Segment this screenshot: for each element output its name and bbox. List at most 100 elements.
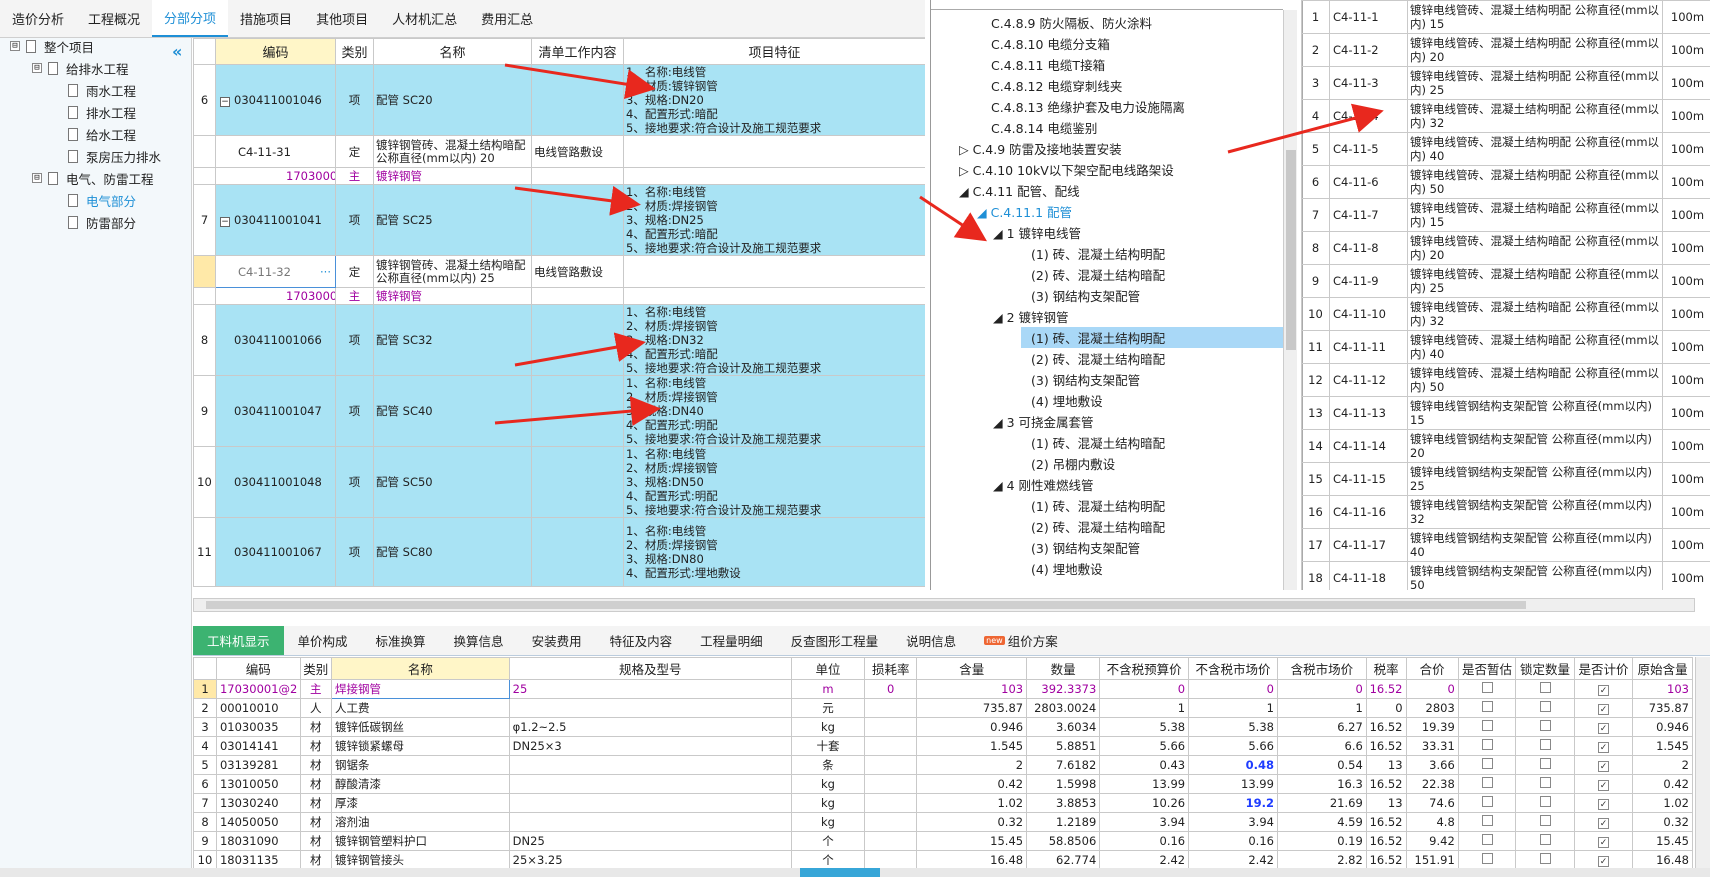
resource-cell[interactable]: kg bbox=[790, 812, 866, 832]
resource-cell[interactable]: 33.31 bbox=[1405, 736, 1459, 756]
resource-cell[interactable] bbox=[1515, 736, 1575, 756]
resource-cell[interactable]: 材 bbox=[299, 812, 332, 832]
resource-cell[interactable]: 焊接钢管 bbox=[330, 679, 510, 699]
cell-work[interactable] bbox=[531, 446, 624, 518]
checkbox[interactable] bbox=[1539, 758, 1551, 769]
cell-code[interactable]: 17030001@1 bbox=[215, 167, 336, 185]
checkbox[interactable] bbox=[1539, 720, 1551, 731]
resource-cell[interactable] bbox=[508, 812, 792, 832]
resource-cell[interactable]: 钢锯条 bbox=[330, 755, 510, 775]
quota-code[interactable]: C4-11-8 bbox=[1329, 231, 1408, 265]
quota-tree-item[interactable]: ◢ 3 可挠金属套管 bbox=[993, 411, 1094, 432]
collapse-icon[interactable]: − bbox=[220, 217, 230, 227]
resource-cell[interactable]: 0 bbox=[1276, 679, 1367, 699]
cell-features[interactable]: 1、名称:电线管 2、材质:焊接钢管 3、规格:DN32 4、配置形式:暗配 5… bbox=[623, 304, 925, 376]
expand-toggle-icon[interactable]: ⊟ bbox=[32, 63, 42, 73]
resource-cell[interactable]: 01030035 bbox=[215, 717, 301, 737]
col-code[interactable]: 编码 bbox=[215, 38, 336, 65]
resource-cell[interactable]: 0.946 bbox=[1632, 717, 1693, 737]
resource-cell[interactable] bbox=[1457, 679, 1517, 699]
quota-tree-item[interactable]: (3) 钢结构支架配管 bbox=[1031, 369, 1140, 390]
quota-code[interactable]: C4-11-13 bbox=[1329, 396, 1408, 430]
resource-cell[interactable] bbox=[864, 755, 918, 775]
resource-cell[interactable]: 2 bbox=[193, 698, 217, 718]
quota-code[interactable]: C4-11-17 bbox=[1329, 528, 1408, 562]
cell-code[interactable]: −030411001041 bbox=[215, 184, 336, 256]
resource-col-17[interactable]: 原始含量 bbox=[1632, 657, 1693, 680]
col-name[interactable]: 名称 bbox=[373, 38, 532, 65]
cell-features[interactable]: 1、名称:电线管 2、材质:镀锌钢管 3、规格:DN20 4、配置形式:暗配 5… bbox=[623, 64, 925, 136]
bottom-tab-2[interactable]: 标准换算 bbox=[362, 626, 440, 655]
table-row[interactable]: C4-11-31 定镀锌钢管砖、混凝土结构暗配 公称直径(mm以内) 20 电线管路… bbox=[193, 135, 925, 168]
checkbox[interactable]: ✓ bbox=[1598, 761, 1610, 772]
resource-cell[interactable]: 个 bbox=[790, 831, 866, 851]
resource-cell[interactable]: 4 bbox=[193, 736, 217, 756]
top-tab-2[interactable]: 分部分项 bbox=[152, 0, 229, 37]
quota-desc[interactable]: 镀锌电线管钢结构支架配管 公称直径(mm以内) 50 bbox=[1407, 561, 1663, 590]
resource-cell[interactable] bbox=[1515, 793, 1575, 813]
table-row[interactable]: 9 030411001047 项配管 SC40 1、名称:电线管 2、材质:焊接钢管 … bbox=[193, 375, 925, 447]
bottom-tab-9[interactable]: new 组价方案 bbox=[970, 626, 1072, 655]
resource-col-14[interactable]: 是否暂估 bbox=[1457, 657, 1517, 680]
quota-row[interactable]: 17 C4-11-17 镀锌电线管钢结构支架配管 公称直径(mm以内) 40 100m bbox=[1301, 528, 1710, 562]
resource-cell[interactable]: 2 bbox=[916, 755, 1028, 775]
quota-row[interactable]: 5 C4-11-5 镀锌电线管砖、混凝土结构明配 公称直径(mm以内) 40 100m bbox=[1301, 132, 1710, 166]
cell-name[interactable]: 镀锌钢管 bbox=[373, 167, 532, 185]
resource-cell[interactable]: 2.42 bbox=[1099, 850, 1190, 870]
quota-desc[interactable]: 镀锌电线管砖、混凝土结构明配 公称直径(mm以内) 50 bbox=[1407, 165, 1663, 199]
resource-col-13[interactable]: 合价 bbox=[1405, 657, 1459, 680]
resource-cell[interactable]: ✓ bbox=[1573, 812, 1634, 832]
cell-code[interactable]: 17030001@2 bbox=[215, 287, 336, 305]
resource-cell[interactable]: 厚漆 bbox=[330, 793, 510, 813]
resource-cell[interactable]: ✓ bbox=[1573, 850, 1634, 870]
cell-code[interactable]: C4-11-32 ··· bbox=[215, 255, 336, 288]
resource-cell[interactable]: 条 bbox=[790, 755, 866, 775]
resource-cell[interactable]: 0 bbox=[1188, 679, 1278, 699]
tree-item[interactable]: ⊟ 整个项目 bbox=[10, 35, 94, 57]
quota-row[interactable]: 18 C4-11-18 镀锌电线管钢结构支架配管 公称直径(mm以内) 50 100m bbox=[1301, 561, 1710, 590]
cell-code[interactable]: 030411001047 bbox=[215, 375, 336, 447]
resource-cell[interactable]: ✓ bbox=[1573, 679, 1634, 699]
table-row[interactable]: 17030001@2主镀锌钢管 bbox=[193, 287, 925, 305]
resource-cell[interactable]: 18031135 bbox=[215, 850, 301, 870]
resource-cell[interactable]: 2 bbox=[1632, 755, 1693, 775]
quota-row[interactable]: 12 C4-11-12 镀锌电线管砖、混凝土结构暗配 公称直径(mm以内) 50 10… bbox=[1301, 363, 1710, 397]
resource-cell[interactable] bbox=[864, 793, 918, 813]
resource-col-1[interactable]: 编码 bbox=[215, 657, 301, 680]
checkbox[interactable] bbox=[1539, 777, 1551, 788]
quota-code[interactable]: C4-11-16 bbox=[1329, 495, 1408, 529]
cell-category[interactable]: 项 bbox=[335, 446, 374, 518]
resource-cell[interactable]: 7 bbox=[193, 793, 217, 813]
resource-cell[interactable]: 镀锌钢管接头 bbox=[330, 850, 510, 870]
cell-work[interactable]: 电线管路敷设 bbox=[531, 135, 624, 168]
resource-cell[interactable] bbox=[1457, 736, 1517, 756]
tree-item[interactable]: ⊟ 给排水工程 bbox=[32, 57, 129, 79]
resource-cell[interactable]: 5.66 bbox=[1099, 736, 1190, 756]
resource-row[interactable]: 9 18031090 材镀锌钢管塑料护口 DN25 个 15.45 58.8506 0.16 0… bbox=[193, 831, 1693, 851]
checkbox[interactable] bbox=[1481, 758, 1493, 769]
resource-cell[interactable]: 6.6 bbox=[1276, 736, 1367, 756]
bottom-tab-6[interactable]: 工程量明细 bbox=[686, 626, 777, 655]
resource-cell[interactable]: 3.8853 bbox=[1026, 793, 1101, 813]
resource-col-9[interactable]: 不含税预算价 bbox=[1099, 657, 1190, 680]
resource-cell[interactable]: 16.52 bbox=[1365, 736, 1407, 756]
top-tab-4[interactable]: 其他项目 bbox=[304, 0, 380, 37]
checkbox[interactable] bbox=[1539, 739, 1551, 750]
cell-category[interactable]: 项 bbox=[335, 304, 374, 376]
resource-col-11[interactable]: 含税市场价 bbox=[1276, 657, 1367, 680]
bottom-tab-8[interactable]: 说明信息 bbox=[892, 626, 970, 655]
resource-row[interactable]: 10 18031135 材镀锌钢管接头 25×3.25 个 16.48 62.774 2.42… bbox=[193, 850, 1693, 870]
resource-cell[interactable]: ✓ bbox=[1573, 736, 1634, 756]
resource-cell[interactable] bbox=[1457, 698, 1517, 718]
quota-row[interactable]: 11 C4-11-11 镀锌电线管砖、混凝土结构暗配 公称直径(mm以内) 40 10… bbox=[1301, 330, 1710, 364]
cell-category[interactable]: 项 bbox=[335, 64, 374, 136]
resource-cell[interactable]: 0 bbox=[1365, 698, 1407, 718]
col-features[interactable]: 项目特征 bbox=[623, 38, 925, 65]
cell-category[interactable]: 主 bbox=[335, 167, 374, 185]
resource-cell[interactable]: 103 bbox=[1632, 679, 1693, 699]
vertical-scrollbar[interactable] bbox=[1695, 657, 1710, 877]
resource-cell[interactable] bbox=[1457, 793, 1517, 813]
resource-cell[interactable]: 3 bbox=[193, 717, 217, 737]
tree-scrollbar[interactable] bbox=[1283, 10, 1297, 590]
resource-cell[interactable] bbox=[1515, 698, 1575, 718]
